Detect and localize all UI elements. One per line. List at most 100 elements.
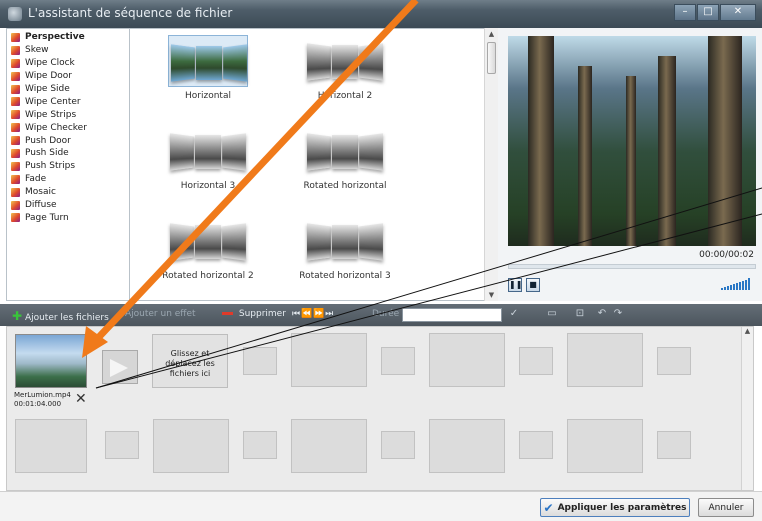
transition-slot[interactable] bbox=[657, 347, 691, 375]
effect-icon bbox=[11, 45, 20, 55]
duration-input[interactable] bbox=[402, 308, 502, 322]
clip-slot[interactable] bbox=[15, 419, 87, 473]
add-effect-button[interactable]: Ajouter un effet bbox=[125, 309, 196, 319]
effect-item[interactable]: Skew bbox=[7, 44, 129, 57]
preview-progress[interactable] bbox=[508, 264, 756, 269]
effect-label: Page Turn bbox=[25, 212, 69, 223]
scrollbar-thumb[interactable] bbox=[487, 42, 496, 74]
clip-slot[interactable] bbox=[429, 333, 505, 387]
transition-slot[interactable] bbox=[381, 347, 415, 375]
thumbnail-item[interactable]: Rotated horizontal 3 bbox=[275, 215, 415, 281]
clip-slot[interactable] bbox=[429, 419, 505, 473]
effect-item[interactable]: Push Strips bbox=[7, 160, 129, 173]
effect-label: Skew bbox=[25, 45, 49, 56]
scroll-down-icon[interactable]: ▼ bbox=[485, 289, 498, 301]
effect-item[interactable]: Diffuse bbox=[7, 199, 129, 212]
thumbnails-scrollbar[interactable]: ▲ ▼ bbox=[484, 28, 498, 301]
clip-name: MerLumion.mp4 bbox=[14, 391, 71, 399]
timeline-scrollbar[interactable]: ▲ bbox=[741, 327, 753, 490]
effect-icon bbox=[11, 213, 20, 223]
effect-label: Wipe Strips bbox=[25, 109, 77, 120]
window-title: L'assistant de séquence de fichier bbox=[28, 6, 233, 20]
cancel-button[interactable]: Annuler bbox=[698, 498, 754, 517]
clip-thumbnail[interactable] bbox=[15, 334, 87, 388]
redo-icon[interactable]: ↷ bbox=[612, 308, 624, 321]
effect-item[interactable]: Wipe Side bbox=[7, 83, 129, 96]
effect-label: Push Door bbox=[25, 135, 71, 146]
effect-item[interactable]: Wipe Clock bbox=[7, 57, 129, 70]
effect-item[interactable]: Fade bbox=[7, 173, 129, 186]
remove-clip-icon[interactable]: ✕ bbox=[75, 392, 87, 406]
clip-slot[interactable] bbox=[153, 419, 229, 473]
effect-item[interactable]: Wipe Strips bbox=[7, 108, 129, 121]
last-icon[interactable]: ⏭ bbox=[325, 309, 333, 319]
effect-item[interactable]: Wipe Center bbox=[7, 95, 129, 108]
pause-icon[interactable]: ❚❚ bbox=[508, 278, 522, 292]
apply-button[interactable]: ✔ Appliquer les paramètres bbox=[540, 498, 690, 517]
transition-thumbnails: Horizontal Horizontal 2 Horizontal 3 Rot… bbox=[130, 28, 484, 301]
clip-slot[interactable] bbox=[291, 333, 367, 387]
transition-preview-image bbox=[305, 125, 385, 177]
add-files-label: Ajouter les fichiers bbox=[24, 313, 109, 323]
clip-slot[interactable] bbox=[291, 419, 367, 473]
clip-slot[interactable] bbox=[567, 419, 643, 473]
effect-item[interactable]: Wipe Door bbox=[7, 70, 129, 83]
trim-icon[interactable]: ▭ bbox=[546, 308, 558, 321]
effect-icon bbox=[11, 174, 20, 184]
clip-slot[interactable] bbox=[567, 333, 643, 387]
transition-slot[interactable] bbox=[519, 347, 553, 375]
effect-label: Perspective bbox=[25, 32, 85, 43]
next-icon[interactable]: ⏩ bbox=[313, 309, 324, 319]
first-icon[interactable]: ⏮ bbox=[292, 309, 300, 319]
effect-icon bbox=[11, 200, 20, 210]
close-button[interactable]: ✕ bbox=[720, 4, 756, 21]
transition-slot[interactable] bbox=[105, 431, 139, 459]
transition-slot[interactable] bbox=[243, 347, 277, 375]
dropzone[interactable]: Glissez et déplacez les fichiers ici bbox=[152, 334, 228, 388]
transition-slot[interactable] bbox=[102, 350, 138, 384]
thumbnail-item[interactable]: Horizontal 2 bbox=[275, 35, 415, 101]
transition-slot[interactable] bbox=[657, 431, 691, 459]
check-icon[interactable]: ✓ bbox=[508, 308, 520, 321]
minimize-button[interactable]: – bbox=[674, 4, 696, 21]
crop-icon[interactable]: ⊡ bbox=[574, 308, 586, 321]
stop-icon[interactable]: ■ bbox=[526, 278, 540, 292]
thumbnail-label: Rotated horizontal 2 bbox=[162, 271, 254, 281]
effect-label: Wipe Center bbox=[25, 96, 81, 107]
effect-icon bbox=[11, 32, 20, 42]
undo-icon[interactable]: ↶ bbox=[596, 308, 608, 321]
add-effect-label: Ajouter un effet bbox=[125, 309, 196, 319]
effect-icon bbox=[11, 58, 20, 68]
thumbnail-item[interactable]: Horizontal bbox=[138, 35, 278, 101]
duration-label: Durée bbox=[372, 309, 400, 319]
effect-icon bbox=[11, 97, 20, 107]
app-icon bbox=[8, 7, 22, 21]
thumbnail-item[interactable]: Horizontal 3 bbox=[138, 125, 278, 191]
effect-item[interactable]: Perspective bbox=[7, 31, 129, 44]
cancel-label: Annuler bbox=[708, 502, 744, 513]
transition-slot[interactable] bbox=[381, 431, 415, 459]
preview-panel: 00:00/00:02 ❚❚ ■ bbox=[498, 28, 762, 301]
volume-icon[interactable] bbox=[721, 278, 750, 290]
transition-slot[interactable] bbox=[243, 431, 277, 459]
plus-icon: ✚ bbox=[12, 309, 23, 323]
preview-time: 00:00/00:02 bbox=[699, 250, 754, 260]
add-files-button[interactable]: ✚ Ajouter les fichiers bbox=[12, 309, 109, 323]
window-controls: – □ ✕ bbox=[674, 4, 756, 21]
effect-item[interactable]: Push Side bbox=[7, 147, 129, 160]
transition-slot[interactable] bbox=[519, 431, 553, 459]
maximize-button[interactable]: □ bbox=[697, 4, 719, 21]
scroll-up-icon[interactable]: ▲ bbox=[485, 28, 498, 40]
delete-button[interactable]: Supprimer bbox=[222, 309, 286, 319]
thumbnail-item[interactable]: Rotated horizontal 2 bbox=[138, 215, 278, 281]
effect-item[interactable]: Page Turn bbox=[7, 211, 129, 224]
effect-label: Wipe Clock bbox=[25, 58, 75, 69]
prev-icon[interactable]: ⏪ bbox=[301, 309, 312, 319]
thumbnail-label: Rotated horizontal bbox=[303, 181, 387, 191]
effect-item[interactable]: Push Door bbox=[7, 134, 129, 147]
effect-item[interactable]: Wipe Checker bbox=[7, 121, 129, 134]
thumbnail-label: Rotated horizontal 3 bbox=[299, 271, 391, 281]
effect-item[interactable]: Mosaic bbox=[7, 186, 129, 199]
thumbnail-item[interactable]: Rotated horizontal bbox=[275, 125, 415, 191]
timeline-toolbar: ✚ Ajouter les fichiers Ajouter un effet … bbox=[0, 304, 762, 326]
